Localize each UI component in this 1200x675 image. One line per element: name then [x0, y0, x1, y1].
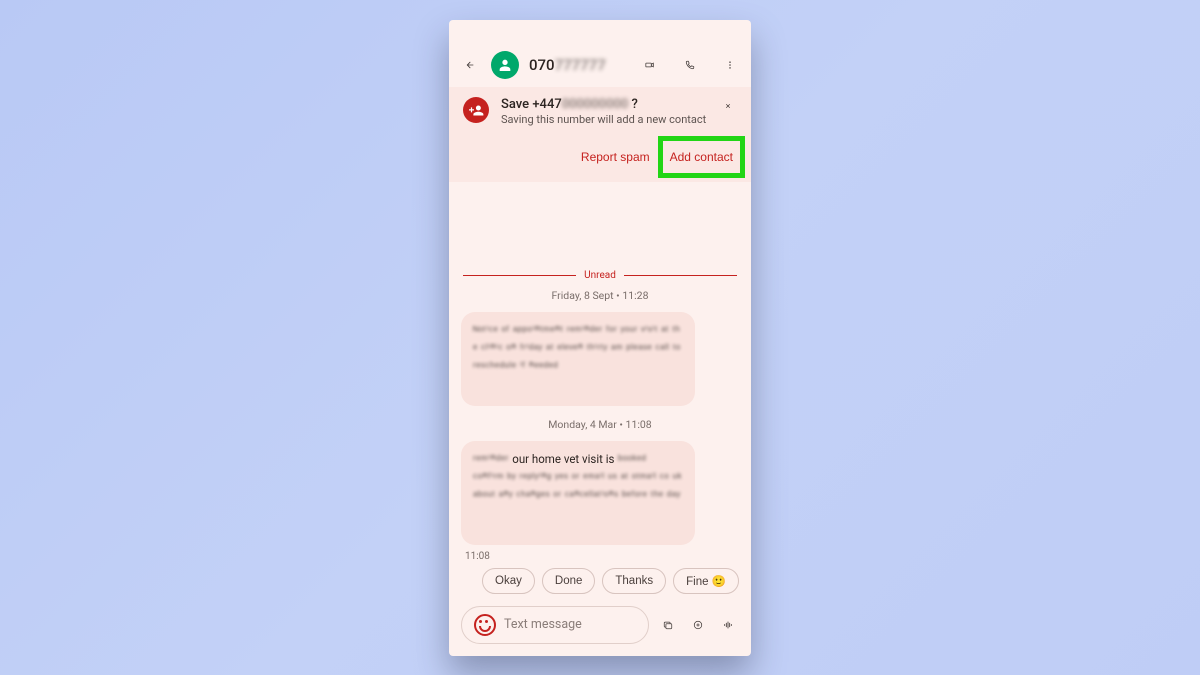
suggestion-chip[interactable]: Okay [482, 568, 535, 594]
phone-frame: 070777777 [449, 20, 751, 656]
suggestion-row: Okay Done Thanks Fine 🙂 [449, 562, 751, 598]
message-placeholder: Text message [504, 617, 582, 632]
message-text-redacted: ᴺᵒᵗⁱᶜᵉ ᵒᶠ ᵃᵖᵖᵒⁱⁿᵗᵐᵉⁿᵗ ʳᵉᵐⁱⁿᵈᵉʳ ᶠᵒʳ ʸᵒᵘʳ … [473, 322, 683, 375]
divider-line [624, 275, 737, 276]
message-input[interactable]: Text message [461, 606, 649, 644]
message-bubble[interactable]: ʳᵉᵐⁱⁿᵈᵉʳ our home vet visit is ᵇᵒᵒᵏᵉᵈᶜᵒⁿ… [461, 441, 695, 545]
unread-divider: Unread [449, 270, 751, 281]
contact-avatar[interactable] [491, 51, 519, 79]
voice-call-icon[interactable] [679, 54, 701, 76]
message-text-clear: our home vet visit is [512, 452, 614, 466]
more-options-icon[interactable] [719, 54, 741, 76]
suggestion-chip[interactable]: Fine 🙂 [673, 568, 739, 594]
voice-message-icon[interactable] [717, 614, 739, 636]
save-card-top: Save +447000000000 ? Saving this number … [463, 97, 737, 126]
plus-icon[interactable] [687, 614, 709, 636]
date-stamp: Friday, 8 Sept • 11:28 [449, 289, 751, 302]
save-card-title: Save +447000000000 ? [501, 97, 706, 112]
add-contact-button[interactable]: Add contact [666, 144, 737, 170]
back-icon[interactable] [459, 54, 481, 76]
composer-bar: Text message [449, 598, 751, 656]
spacer [449, 182, 751, 270]
suggestion-chip[interactable]: Thanks [602, 568, 666, 594]
message-text-redacted: ʳᵉᵐⁱⁿᵈᵉʳ [473, 452, 512, 466]
close-icon[interactable] [719, 97, 737, 115]
save-card-actions: Report spam Add contact [463, 144, 737, 170]
unread-label: Unread [584, 270, 616, 281]
emoji-icon[interactable] [474, 614, 496, 636]
date-stamp: Monday, 4 Mar • 11:08 [449, 418, 751, 431]
page-background: 070777777 [0, 0, 1200, 675]
tutorial-highlight: Add contact [666, 144, 737, 170]
contact-number-blurred: 777777 [555, 56, 606, 74]
video-call-icon[interactable] [639, 54, 661, 76]
conversation-header: 070777777 [449, 48, 751, 81]
gallery-icon[interactable] [657, 614, 679, 636]
message-bubble[interactable]: ᴺᵒᵗⁱᶜᵉ ᵒᶠ ᵃᵖᵖᵒⁱⁿᵗᵐᵉⁿᵗ ʳᵉᵐⁱⁿᵈᵉʳ ᶠᵒʳ ʸᵒᵘʳ … [461, 312, 695, 406]
suggestion-chip[interactable]: Done [542, 568, 596, 594]
contact-number-prefix: 070 [529, 56, 555, 74]
header-actions [639, 54, 741, 76]
message-time: 11:08 [465, 551, 751, 562]
contact-title: 070777777 [529, 56, 606, 74]
divider-line [463, 275, 576, 276]
status-bar-spacer [449, 20, 751, 48]
save-card-subtitle: Saving this number will add a new contac… [501, 113, 706, 126]
save-card-text: Save +447000000000 ? Saving this number … [501, 97, 706, 126]
add-contact-avatar-icon [463, 97, 489, 123]
save-contact-card: Save +447000000000 ? Saving this number … [449, 87, 751, 182]
report-spam-button[interactable]: Report spam [577, 144, 654, 170]
